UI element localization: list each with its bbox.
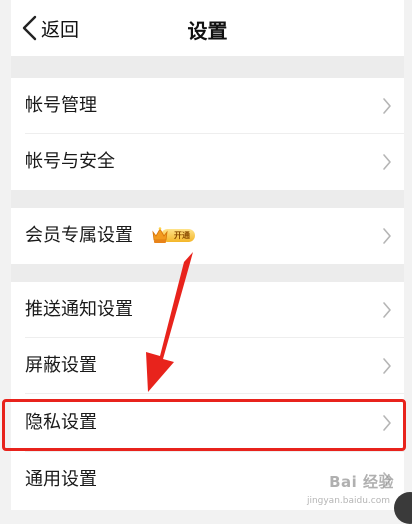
- chevron-right-icon: [383, 358, 391, 374]
- settings-item-account-security[interactable]: 帐号与安全: [11, 134, 404, 190]
- watermark-url: jingyan.baidu.com: [306, 496, 390, 506]
- settings-item-label: 推送通知设置: [25, 299, 133, 320]
- chevron-right-icon: [383, 154, 391, 170]
- chevron-right-icon: [383, 415, 391, 431]
- chevron-right-icon: [383, 98, 391, 114]
- page-title: 设置: [187, 19, 228, 43]
- floating-button[interactable]: [394, 492, 412, 524]
- row-divider: [25, 393, 404, 394]
- settings-item-label: 会员专属设置: [25, 225, 133, 246]
- crown-icon: [152, 227, 168, 243]
- section-divider: [11, 190, 404, 208]
- vip-badge[interactable]: 开通: [151, 225, 195, 247]
- settings-item-push-notifications[interactable]: 推送通知设置: [11, 282, 404, 338]
- settings-item-block[interactable]: 屏蔽设置: [11, 338, 404, 394]
- section-divider: [11, 56, 404, 78]
- chevron-right-icon: [383, 228, 391, 244]
- settings-item-label: 帐号管理: [25, 95, 97, 116]
- settings-screen: 返回 设置 帐号管理 帐号与安全 会员专属设置 开通 推送通知设置 屏蔽设置 隐…: [11, 0, 404, 510]
- chevron-right-icon: [383, 302, 391, 318]
- navigation-bar: 返回 设置: [11, 0, 404, 56]
- section-divider: [11, 264, 404, 282]
- settings-item-label: 帐号与安全: [25, 151, 115, 172]
- settings-item-label: 通用设置: [25, 469, 97, 490]
- settings-item-label: 屏蔽设置: [25, 355, 97, 376]
- settings-item-account-management[interactable]: 帐号管理: [11, 78, 404, 134]
- watermark-brand: Bai 经验: [329, 473, 394, 491]
- settings-item-privacy[interactable]: 隐私设置: [11, 395, 404, 451]
- settings-item-label: 隐私设置: [25, 412, 97, 433]
- settings-item-vip[interactable]: 会员专属设置 开通: [11, 208, 404, 264]
